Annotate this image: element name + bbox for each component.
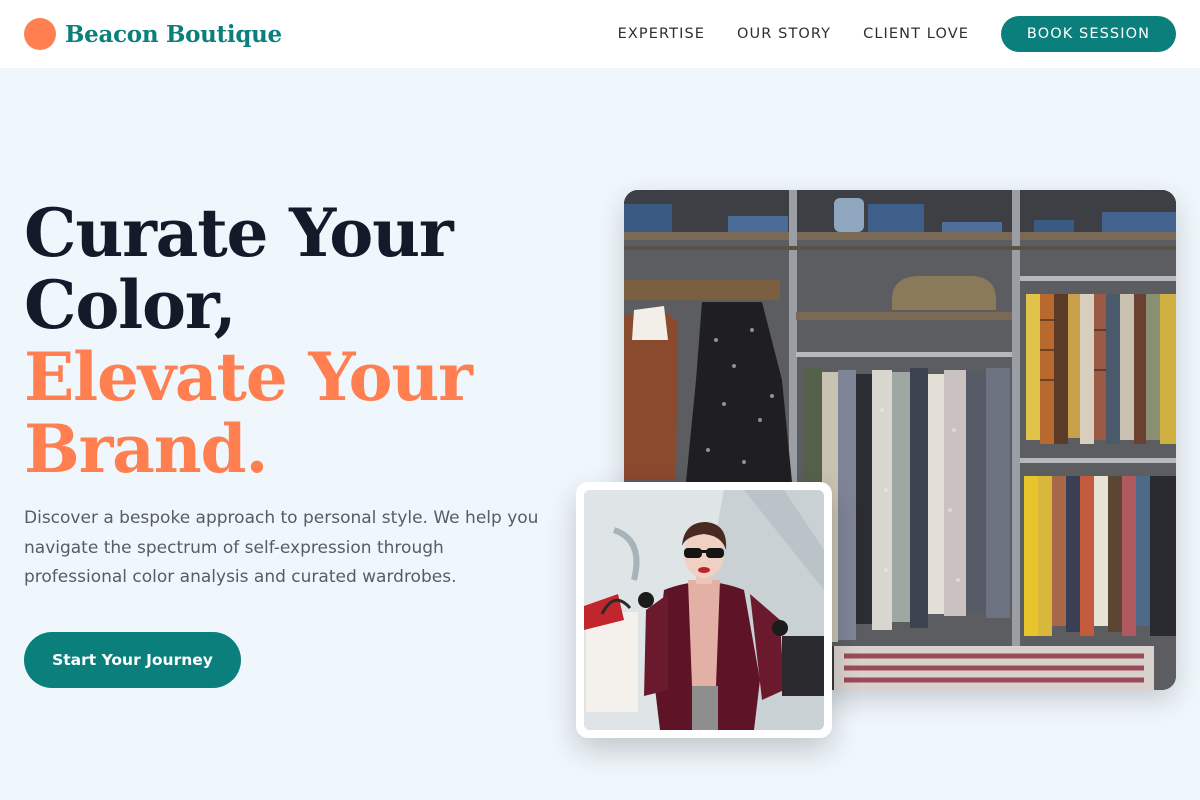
main-nav: EXPERTISE OUR STORY CLIENT LOVE BOOK SES… — [618, 16, 1176, 52]
shopping-woman-photo-frame — [576, 482, 832, 738]
nav-link-client-love[interactable]: CLIENT LOVE — [863, 16, 969, 52]
hero-title: Curate Your Color, Elevate Your Brand. — [24, 194, 473, 488]
logo-circle-icon — [24, 18, 56, 50]
hero-title-line-2: Color, — [24, 266, 237, 344]
book-session-button[interactable]: BOOK SESSION — [1001, 16, 1176, 52]
brand-logo-link[interactable]: Beacon Boutique — [24, 18, 282, 50]
shopping-woman-photo — [584, 490, 824, 730]
hero-title-line-3: Elevate Your — [24, 338, 473, 416]
hero-title-line-1: Curate Your — [24, 194, 454, 272]
start-journey-button[interactable]: Start Your Journey — [24, 632, 241, 688]
nav-link-expertise[interactable]: EXPERTISE — [618, 16, 705, 52]
brand-name: Beacon Boutique — [65, 20, 282, 48]
hero-title-line-4: Brand. — [24, 410, 268, 488]
nav-link-our-story[interactable]: OUR STORY — [737, 16, 831, 52]
hero-subtitle: Discover a bespoke approach to personal … — [24, 508, 539, 587]
top-navigation-bar: Beacon Boutique EXPERTISE OUR STORY CLIE… — [0, 0, 1200, 68]
